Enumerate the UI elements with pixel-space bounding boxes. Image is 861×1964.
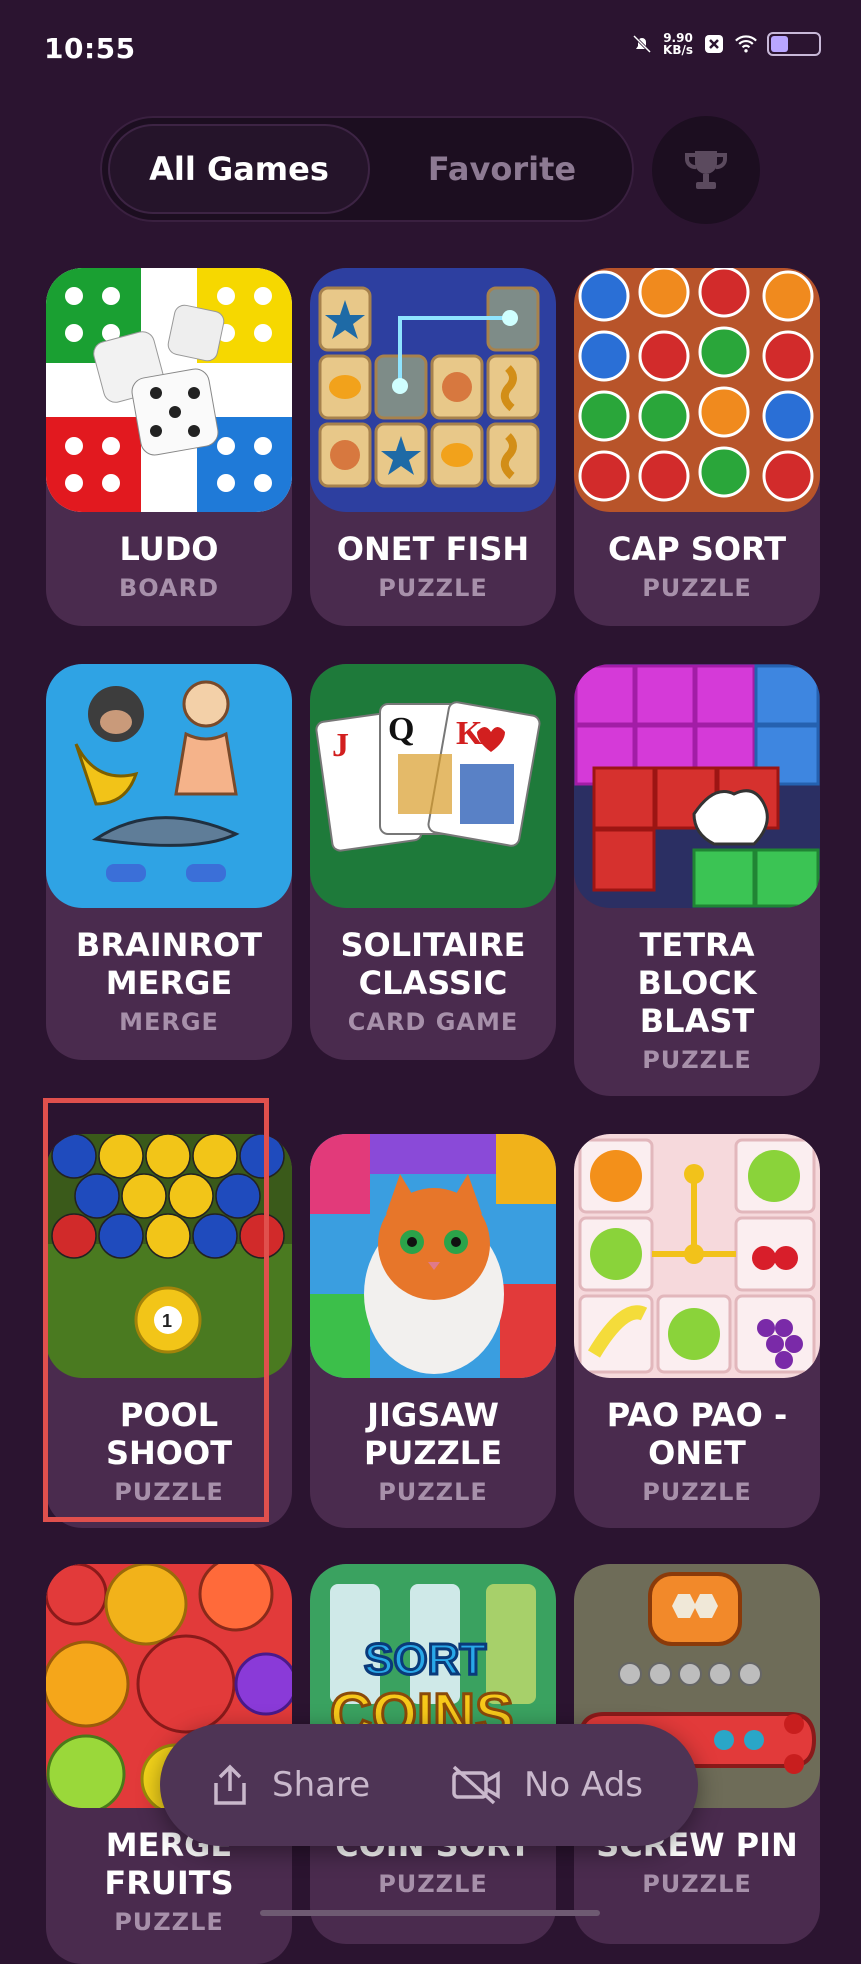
game-genre: CARD GAME xyxy=(347,1008,519,1036)
share-label: Share xyxy=(272,1765,371,1805)
share-icon xyxy=(214,1764,246,1805)
svg-text:J: J xyxy=(332,727,349,764)
game-title-line-2: CLASSIC xyxy=(358,964,508,1002)
jigsaw-puzzle-thumbnail xyxy=(310,1134,556,1378)
game-card-solitaire-classic[interactable]: J Q K SOLITAIRE CLASSIC CARD GAME xyxy=(310,664,556,1060)
tab-favorite[interactable]: Favorite xyxy=(380,126,624,212)
trophy-icon xyxy=(684,151,728,189)
game-title-line-2: MERGE xyxy=(105,964,233,1002)
wifi-icon xyxy=(735,33,757,55)
game-title-line-2: BLOCK xyxy=(637,964,757,1002)
game-card-jigsaw-puzzle[interactable]: JIGSAW PUZZLE PUZZLE xyxy=(310,1134,556,1528)
game-card-brainrot-merge[interactable]: BRAINROT MERGE MERGE xyxy=(46,664,292,1060)
status-bar: 10:55 9.90 KB/s xyxy=(0,0,861,100)
games-tab-switcher: All Games Favorite xyxy=(100,116,634,222)
game-genre: PUZZLE xyxy=(642,1478,752,1506)
game-card-pao-pao-onet[interactable]: PAO PAO - ONET PUZZLE xyxy=(574,1134,820,1528)
game-title-line-3: BLAST xyxy=(639,1002,755,1040)
tab-all-games[interactable]: All Games xyxy=(110,126,368,212)
ludo-thumbnail xyxy=(46,268,292,512)
game-card-ludo[interactable]: LUDO BOARD xyxy=(46,268,292,626)
game-genre: PUZZLE xyxy=(378,1478,488,1506)
game-title-line-2: ONET xyxy=(648,1434,746,1472)
game-genre: PUZZLE xyxy=(642,1870,752,1898)
solitaire-classic-thumbnail: J Q K xyxy=(310,664,556,908)
game-title: LUDO xyxy=(119,530,219,568)
home-indicator[interactable] xyxy=(260,1910,600,1916)
svg-text:SORT: SORT xyxy=(364,1635,486,1684)
share-button[interactable]: Share xyxy=(210,1724,370,1846)
selection-highlight xyxy=(43,1098,269,1522)
battery-icon xyxy=(767,32,821,56)
cap-sort-thumbnail xyxy=(574,268,820,512)
bottom-action-bar: Share No Ads xyxy=(160,1724,698,1846)
game-genre: BOARD xyxy=(118,574,220,602)
svg-text:Q: Q xyxy=(388,711,414,748)
game-card-cap-sort[interactable]: CAP SORT PUZZLE xyxy=(574,268,820,626)
pao-pao-onet-thumbnail xyxy=(574,1134,820,1378)
game-title-line-1: SOLITAIRE xyxy=(340,926,526,964)
game-title-line-2: PUZZLE xyxy=(363,1434,503,1472)
tetra-block-blast-thumbnail xyxy=(574,664,820,908)
game-genre: PUZZLE xyxy=(114,1908,224,1936)
onet-fish-thumbnail xyxy=(310,268,556,512)
net-speed: 9.90 KB/s xyxy=(663,31,693,57)
game-genre: PUZZLE xyxy=(378,1870,488,1898)
game-title: ONET FISH xyxy=(336,530,530,568)
game-genre: MERGE xyxy=(119,1008,219,1036)
game-card-onet-fish[interactable]: ONET FISH PUZZLE xyxy=(310,268,556,626)
game-genre: PUZZLE xyxy=(642,1046,752,1074)
brainrot-merge-thumbnail xyxy=(46,664,292,908)
bell-muted-icon xyxy=(631,33,653,55)
close-box-icon xyxy=(703,33,725,55)
game-genre: PUZZLE xyxy=(642,574,752,602)
no-ads-label: No Ads xyxy=(524,1765,643,1805)
game-card-tetra-block-blast[interactable]: TETRA BLOCK BLAST PUZZLE xyxy=(574,664,820,1096)
game-genre: PUZZLE xyxy=(378,574,488,602)
status-icons: 9.90 KB/s xyxy=(631,32,821,56)
game-title-line-1: PAO PAO - xyxy=(606,1396,788,1434)
game-title-line-1: JIGSAW xyxy=(367,1396,499,1434)
game-title: CAP SORT xyxy=(607,530,787,568)
no-ads-button[interactable]: No Ads xyxy=(450,1724,643,1846)
game-title-line-2: FRUITS xyxy=(104,1864,234,1902)
game-title-line-1: TETRA xyxy=(639,926,755,964)
no-ads-video-icon xyxy=(452,1765,500,1805)
trophy-button[interactable] xyxy=(652,116,760,224)
game-title-line-1: BRAINROT xyxy=(75,926,263,964)
status-time: 10:55 xyxy=(44,32,136,65)
